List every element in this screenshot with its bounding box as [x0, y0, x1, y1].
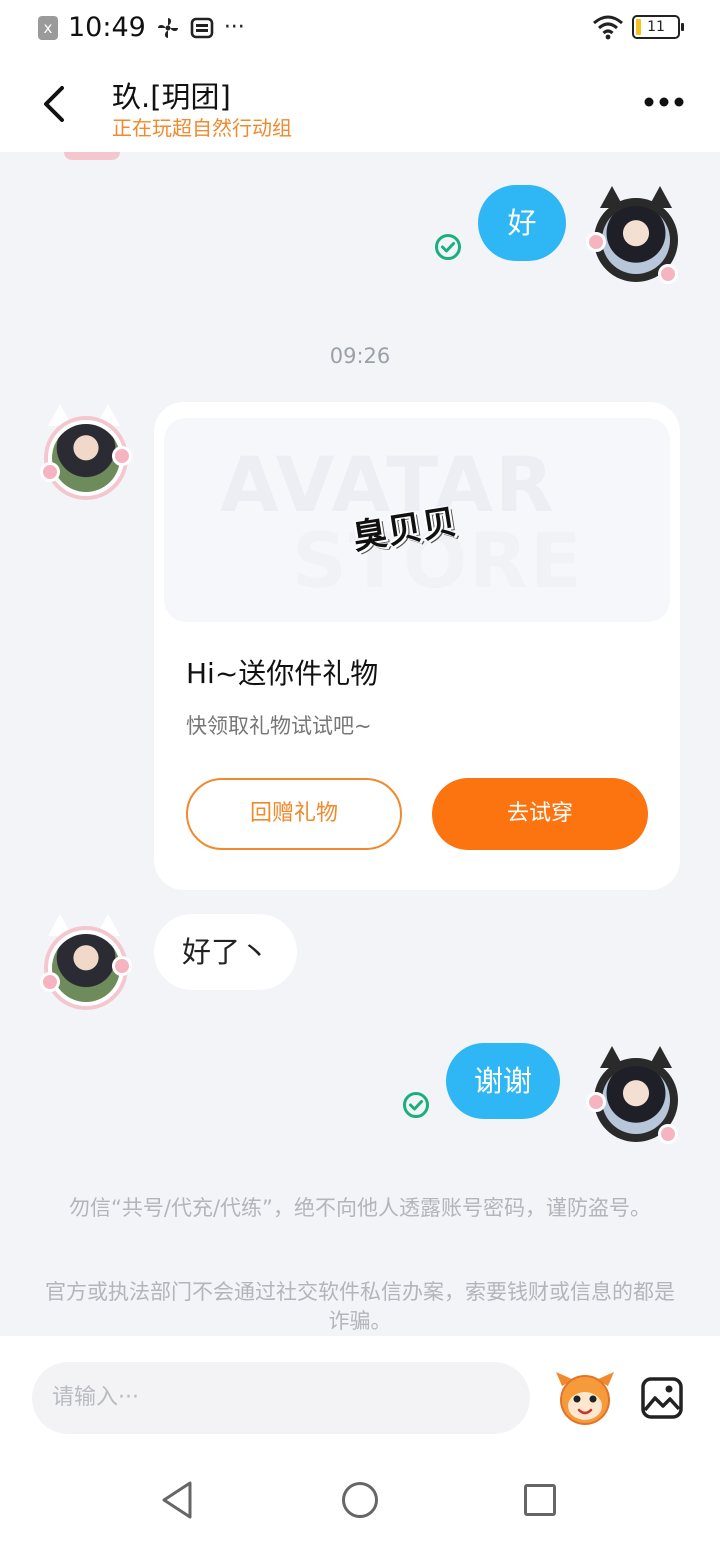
- back-icon[interactable]: [38, 82, 74, 126]
- gift-description: 快领取礼物试试吧~: [186, 714, 372, 738]
- paw-icon: [40, 462, 60, 482]
- message-bubble-incoming[interactable]: 好了丶: [154, 914, 298, 990]
- try-on-button[interactable]: 去试穿: [432, 778, 648, 850]
- paw-icon: [658, 1124, 678, 1144]
- contact-status: 正在玩超自然行动组: [112, 116, 292, 140]
- read-check-icon: [403, 1092, 429, 1118]
- message-input[interactable]: 请输入···: [32, 1362, 530, 1434]
- image-icon[interactable]: [640, 1376, 684, 1420]
- message-bubble-outgoing[interactable]: 谢谢: [446, 1043, 561, 1119]
- notification-icon: x: [38, 15, 58, 40]
- fan-icon: [157, 17, 178, 38]
- fraud-notice: 官方或执法部门不会通过社交软件私信办案，索要钱财或信息的都是诈骗。: [45, 1280, 675, 1333]
- emoji-icon[interactable]: [554, 1366, 616, 1428]
- avatar-partial: [64, 152, 120, 160]
- more-options-icon[interactable]: [644, 94, 684, 110]
- battery-icon: 11: [632, 15, 684, 39]
- sim-icon: [190, 17, 214, 38]
- gift-card[interactable]: AVATAR STORE 臭贝贝 Hi~送你件礼物 快领取礼物试试吧~ 回赠礼物…: [154, 402, 680, 890]
- message-timestamp: 09:26: [329, 344, 391, 368]
- paw-icon: [586, 232, 606, 252]
- nav-home-icon[interactable]: [342, 1482, 378, 1518]
- wifi-icon: [593, 15, 623, 40]
- nav-back-icon[interactable]: [160, 1480, 196, 1520]
- avatar-photo: [602, 1066, 670, 1134]
- status-time: 10:49: [68, 12, 146, 43]
- gift-title: Hi~送你件礼物: [186, 657, 379, 690]
- my-avatar[interactable]: [586, 1044, 682, 1144]
- paw-icon: [112, 446, 132, 466]
- paw-icon: [112, 956, 132, 976]
- contact-name: 玖.[玥团]: [112, 80, 231, 114]
- my-avatar[interactable]: [586, 184, 682, 284]
- chat-header: 玖.[玥团] 正在玩超自然行动组: [0, 58, 720, 152]
- gift-banner: AVATAR STORE 臭贝贝: [164, 418, 670, 622]
- more-dots-icon: ···: [223, 15, 245, 40]
- avatar-photo: [52, 934, 120, 1002]
- friend-avatar[interactable]: [40, 912, 132, 1012]
- message-bubble-outgoing[interactable]: 好: [478, 185, 566, 261]
- status-bar: x 10:49 ··· 11: [0, 0, 720, 58]
- nav-recents-icon[interactable]: [524, 1484, 556, 1516]
- system-nav-bar: [0, 1462, 720, 1544]
- paw-icon: [658, 264, 678, 284]
- battery-level: 11: [647, 19, 665, 35]
- paw-icon: [40, 972, 60, 992]
- read-check-icon: [435, 234, 461, 260]
- paw-icon: [586, 1092, 606, 1112]
- return-gift-button[interactable]: 回赠礼物: [186, 778, 402, 850]
- avatar-photo: [52, 424, 120, 492]
- friend-avatar[interactable]: [40, 402, 132, 502]
- security-notice: 勿信“共号/代充/代练”，绝不向他人透露账号密码，谨防盗号。: [69, 1196, 651, 1220]
- avatar-photo: [602, 206, 670, 274]
